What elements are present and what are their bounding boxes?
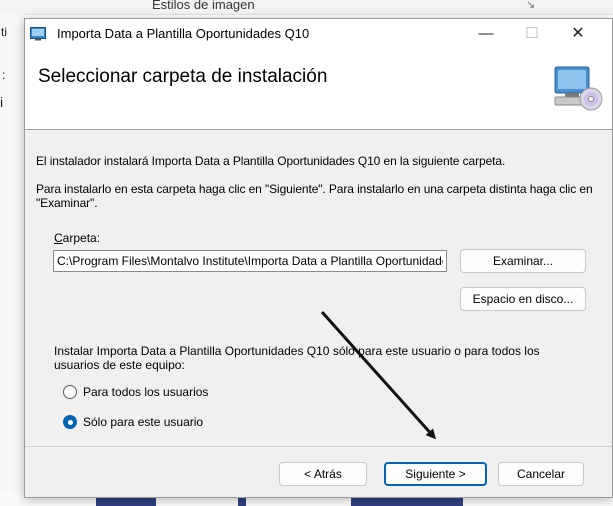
folder-path-input[interactable] — [53, 250, 447, 272]
radio-label: Sólo para este usuario — [83, 415, 204, 429]
back-button[interactable]: < Atrás — [279, 462, 367, 486]
scope-question: Instalar Importa Data a Plantilla Oportu… — [54, 344, 540, 372]
installer-dialog: Importa Data a Plantilla Oportunidades Q… — [24, 18, 613, 498]
background-bottom-bar — [96, 497, 156, 506]
page-title: Seleccionar carpeta de instalación — [38, 66, 328, 87]
background-bottom-bar — [238, 497, 246, 506]
wizard-header: Seleccionar carpeta de instalación — [25, 49, 612, 130]
instruction-text: Para instalarlo en esta carpeta haga cli… — [36, 182, 593, 210]
next-button[interactable]: Siguiente > — [384, 462, 487, 486]
background-ribbon — [0, 0, 613, 15]
minimize-button[interactable]: — — [463, 19, 509, 49]
title-bar[interactable]: Importa Data a Plantilla Oportunidades Q… — [25, 19, 612, 49]
window-title: Importa Data a Plantilla Oportunidades Q… — [57, 26, 310, 41]
browse-button[interactable]: Examinar... — [460, 249, 586, 273]
cancel-button[interactable]: Cancelar — [498, 462, 584, 486]
intro-text: El instalador instalará Importa Data a P… — [36, 154, 506, 168]
background-fragment: i — [0, 94, 4, 110]
background-ribbon-label: Estilos de imagen — [152, 0, 255, 12]
background-fragment: : — [2, 68, 6, 82]
close-button[interactable]: ✕ — [555, 19, 601, 49]
radio-button[interactable] — [63, 385, 77, 399]
folder-label-text: arpeta: — [62, 231, 101, 245]
folder-label-accelerator: C — [54, 231, 63, 245]
folder-label: Carpeta: — [54, 231, 100, 245]
radio-label: Para todos los usuarios — [83, 385, 209, 399]
disk-space-button[interactable]: Espacio en disco... — [460, 287, 586, 311]
background-launcher-icon: ↘ — [526, 0, 536, 11]
background-left-panel — [0, 14, 24, 506]
background-fragment: ti — [1, 25, 7, 39]
installer-app-icon — [30, 27, 46, 41]
background-bottom-bar — [351, 497, 463, 506]
maximize-button[interactable]: ☐ — [509, 19, 555, 49]
computer-cd-icon — [554, 66, 603, 111]
radio-button-selected[interactable] — [63, 415, 77, 429]
footer-divider — [25, 446, 612, 447]
